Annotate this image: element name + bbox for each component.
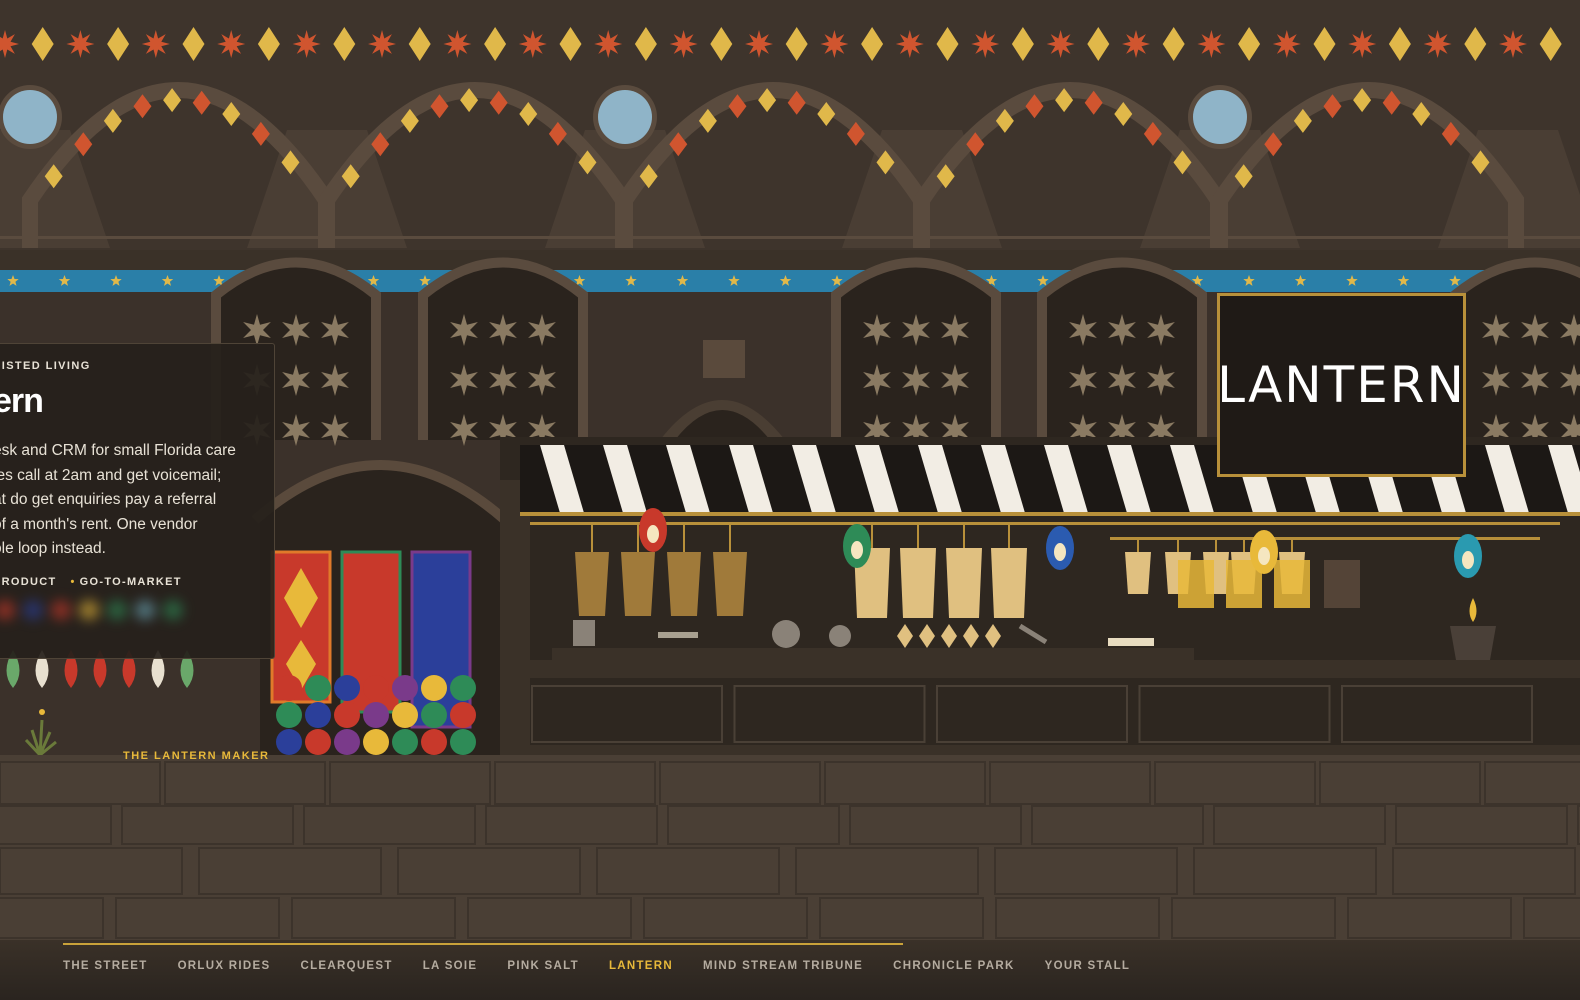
street-navigation: THE STREET ORLUX RIDES CLEARQUEST LA SOI… <box>0 940 1580 1000</box>
card-description-line: esk and CRM for small Florida care <box>0 442 236 459</box>
card-tags: PRODUCT •GO-TO-MARKET <box>0 576 182 588</box>
stall-info-card[interactable]: SISTED LIVING ern esk and CRM for small … <box>0 343 275 659</box>
stall-sign-text: LANTERN <box>1217 356 1466 414</box>
nav-item-your-stall[interactable]: YOUR STALL <box>1045 960 1131 972</box>
blurred-swatches <box>0 600 183 620</box>
nav-item-mind-stream-tribune[interactable]: MIND STREAM TRIBUNE <box>703 960 863 972</box>
tag-product: PRODUCT <box>0 576 57 588</box>
textile-stall <box>251 460 509 755</box>
nav-item-lantern[interactable]: LANTERN <box>609 960 673 972</box>
lantern-stall <box>500 437 1580 755</box>
card-description-line: ole loop instead. <box>0 540 106 557</box>
card-description-line: of a month's rent. One vendor <box>0 515 198 533</box>
tag-separator-dot: • <box>70 576 76 588</box>
nav-item-chronicle-park[interactable]: CHRONICLE PARK <box>893 960 1015 972</box>
cobblestone-street <box>0 755 1580 945</box>
stall-maker-label: THE LANTERN MAKER <box>123 750 270 762</box>
card-category: SISTED LIVING <box>0 360 91 372</box>
nav-progress-line <box>63 943 903 945</box>
card-description-line: ies call at 2am and get voicemail; <box>0 466 222 484</box>
stall-sign[interactable]: LANTERN <box>1217 293 1466 477</box>
tag-go-to-market: GO-TO-MARKET <box>79 576 182 588</box>
nav-item-pink-salt[interactable]: PINK SALT <box>507 960 579 972</box>
card-description: esk and CRM for small Florida care ies c… <box>0 439 263 562</box>
nav-item-clearquest[interactable]: CLEARQUEST <box>300 960 392 972</box>
nav-items: THE STREET ORLUX RIDES CLEARQUEST LA SOI… <box>63 960 1160 972</box>
nav-item-la-soie[interactable]: LA SOIE <box>423 960 478 972</box>
nav-item-the-street[interactable]: THE STREET <box>63 960 148 972</box>
card-title: ern <box>0 382 44 420</box>
nav-item-orlux-rides[interactable]: ORLUX RIDES <box>178 960 271 972</box>
card-description-line: at do get enquiries pay a referral <box>0 491 217 508</box>
